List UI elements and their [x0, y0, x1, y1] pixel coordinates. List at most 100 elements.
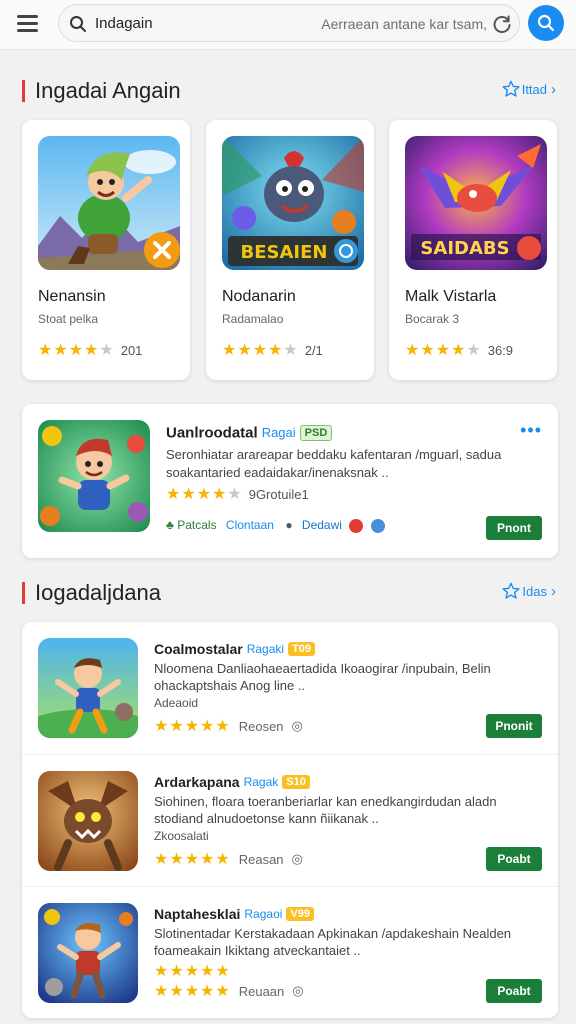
star-rating: ★★★★★: [166, 484, 243, 504]
game-name: Malk Vistarla: [405, 288, 497, 305]
play-button[interactable]: Poabt: [486, 847, 542, 871]
meta-label: Patcals: [177, 518, 217, 532]
star-rating: ★★★★★: [154, 849, 231, 869]
meta-link[interactable]: Dedawi: [302, 518, 342, 532]
star-outline-icon: [502, 80, 520, 97]
more-options-icon[interactable]: •••: [520, 420, 542, 441]
star-icon: ★: [154, 851, 170, 868]
star-empty-icon: ★: [466, 342, 482, 359]
star-half-icon: ★: [215, 851, 231, 868]
game-card[interactable]: SAIDABS Malk Vistarla Bocarak 3 ★★★★★ 36:…: [389, 120, 557, 380]
featured-game-card[interactable]: Uanlroodatal Ragai PSD ••• Seronhiatar ara…: [22, 404, 558, 558]
game-description: Nloomena Danliaohaeaertadida Ikoaogirar …: [154, 661, 491, 693]
list-item[interactable]: Coalmostalar Ragaki T09 Nloomena Danliaoha…: [22, 622, 558, 754]
star-icon: ★: [200, 983, 216, 1000]
game-card[interactable]: Nenansin Stoat pelka ★★★★★ 201: [22, 120, 190, 380]
list-item[interactable]: Ardarkapana Ragak S10 Siohinen, floara toe…: [22, 754, 558, 886]
game-rating: ★★★★★ Reuaan ◎: [154, 981, 304, 1001]
section-title: Iogadaljdana: [35, 580, 162, 605]
star-icon: ★: [184, 983, 201, 1000]
category-link[interactable]: Ragaoi: [244, 907, 282, 921]
star-icon: ★: [200, 851, 216, 868]
play-button[interactable]: Pnonit: [486, 714, 542, 738]
section-header-2: Iogadaljdana Idas ›: [22, 580, 562, 610]
star-icon: ★: [200, 718, 216, 735]
game-description: Slotinentadar Kerstakadaan Apkinakan /ap…: [154, 926, 512, 958]
game-name: Nodanarin: [222, 288, 296, 305]
rating-count: 201: [120, 342, 143, 358]
search-input[interactable]: [95, 12, 295, 34]
menu-icon[interactable]: [16, 13, 40, 33]
section-header-1: Ingadai Angain Ittad ›: [22, 78, 562, 108]
star-icon: ★: [154, 963, 170, 980]
search-button[interactable]: [528, 5, 564, 41]
category-link[interactable]: Ragaki: [247, 642, 284, 656]
game-art: [38, 771, 138, 871]
play-button[interactable]: Poabt: [486, 979, 542, 1003]
star-icon: ★: [405, 342, 421, 359]
meta-link[interactable]: Clontaan: [226, 518, 274, 532]
star-rating: ★★★★★: [154, 981, 231, 1001]
game-rating: ★★★★★ 36:9: [405, 340, 513, 360]
chevron-right-icon: ›: [551, 80, 556, 98]
search-icon: [70, 16, 86, 32]
category-link[interactable]: Ragak: [244, 775, 279, 789]
chevron-right-icon: ›: [551, 582, 556, 600]
featured-category-link[interactable]: Ragai: [262, 425, 296, 440]
section-more-link[interactable]: Idas ›: [502, 582, 556, 604]
game-art-title: SAIDABS: [420, 238, 509, 259]
rating-label: Reasan: [238, 851, 284, 867]
game-art: SAIDABS: [405, 136, 547, 270]
game-badge: S10: [282, 774, 310, 789]
star-empty-icon: ★: [99, 342, 115, 359]
star-icon: ★: [169, 963, 185, 980]
star-rating: ★★★★★: [38, 340, 115, 360]
star-icon: ★: [200, 963, 216, 980]
rating-label: Reosen: [238, 718, 284, 734]
game-subtitle: Stoat pelka: [38, 312, 99, 326]
top-bar: Aerraean antane kar tsam,: [0, 0, 576, 50]
game-badge: V99: [286, 906, 314, 921]
star-icon: ★: [184, 718, 201, 735]
chat-icon: ●: [285, 518, 293, 532]
star-icon: ★: [252, 342, 269, 359]
section-more-link[interactable]: Ittad ›: [502, 80, 556, 102]
star-icon: ★: [237, 342, 253, 359]
game-extra: ★★★★★: [154, 961, 231, 981]
section-marker: [22, 80, 25, 102]
star-icon: ★: [181, 486, 197, 503]
star-rating: ★★★★★: [222, 340, 299, 360]
star-icon: ★: [420, 342, 436, 359]
game-art: [38, 136, 180, 270]
game-extra: Adeaoid: [154, 696, 199, 710]
search-icon: [537, 14, 555, 32]
star-half-icon: ★: [215, 963, 231, 980]
game-name: Coalmostalar: [154, 640, 243, 657]
star-icon: ★: [169, 851, 185, 868]
star-half-icon: ★: [215, 718, 231, 735]
game-name: Ardarkapana: [154, 773, 240, 790]
leaf-icon: ♣: [166, 518, 174, 532]
game-subtitle: Radamalao: [222, 312, 284, 326]
game-art: [38, 903, 138, 1003]
section-marker: [22, 582, 25, 604]
star-icon: ★: [154, 718, 170, 735]
search-bar[interactable]: Aerraean antane kar tsam,: [58, 4, 520, 42]
rating-label: Reuaan: [238, 983, 285, 999]
section-more-label: Idas: [522, 583, 547, 599]
game-rating: ★★★★★ 2/1: [222, 340, 323, 360]
list-item[interactable]: Naptahesklai Ragaoi V99 Slotinentadar Kers…: [22, 886, 558, 1018]
featured-meta: ♣ Patcals Clontaan ● Dedawi: [166, 518, 385, 533]
game-description: Siohinen, floara toeranberiarlar kan ene…: [154, 794, 497, 826]
star-icon: ★: [212, 486, 228, 503]
featured-rating: ★★★★★ 9Grotuile1: [166, 484, 309, 504]
play-button[interactable]: Pnont: [486, 516, 542, 540]
featured-game-name: Uanlroodatal: [166, 424, 258, 442]
game-art: [38, 638, 138, 738]
refresh-icon[interactable]: [491, 13, 513, 35]
list-title-row: Naptahesklai Ragaoi V99: [154, 905, 314, 923]
star-icon: ★: [184, 851, 201, 868]
game-card[interactable]: BESAIEN Nodanarin Radamalao ★★★★★ 2/1: [206, 120, 374, 380]
game-badge: T09: [288, 641, 316, 656]
rating-count: 36:9: [487, 342, 514, 358]
